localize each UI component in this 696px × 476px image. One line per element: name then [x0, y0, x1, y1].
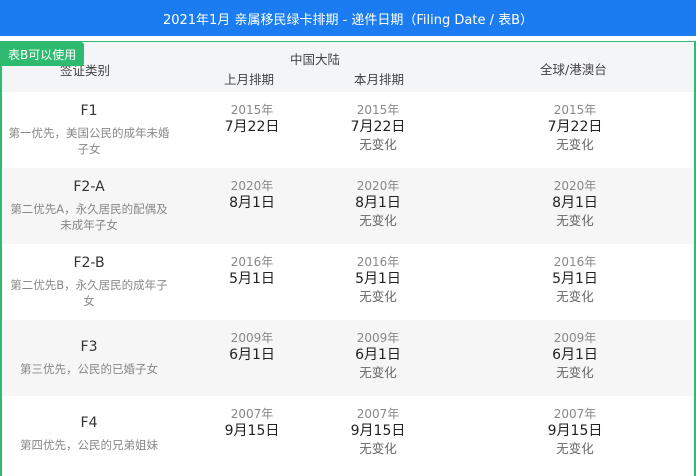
- category-desc: 第一优先，美国公民的成年未婚子女: [8, 126, 170, 156]
- category-code: F2-A: [73, 179, 105, 195]
- table-b-badge: 表B可以使用: [0, 42, 85, 66]
- category-code: F4: [80, 415, 98, 431]
- category-desc: 第二优先B，永久居民的成年子女: [10, 278, 168, 308]
- global-change: 无变化: [556, 137, 594, 152]
- global-year: 2007年: [553, 407, 597, 421]
- this-year: 2015年: [356, 103, 400, 117]
- last-date: 5月1日: [229, 271, 275, 287]
- table-row: F2-B 第二优先B，永久居民的成年子女 2016年 5月1日 2016年 5月…: [2, 244, 694, 320]
- table-row: F3 第三优先，公民的已婚子女 2009年 6月1日 2009年 6月1日 无变…: [2, 320, 694, 396]
- table-row: F1 第一优先，美国公民的成年未婚子女 2015年 7月22日 2015年 7月…: [2, 92, 694, 168]
- global-year: 2015年: [553, 103, 597, 117]
- this-year: 2009年: [356, 331, 400, 345]
- page-title-bar: 2021年1月 亲属移民绿卡排期 - 递件日期（Filing Date / 表B…: [0, 0, 696, 36]
- category-cell: F4 第四优先，公民的兄弟姐妹: [2, 396, 176, 472]
- this-month-cell: 2015年 7月22日 无变化: [318, 102, 438, 154]
- this-year: 2016年: [356, 255, 400, 269]
- global-year: 2009年: [553, 331, 597, 345]
- last-month-cell: 2009年 6月1日: [192, 330, 312, 364]
- this-change: 无变化: [359, 213, 397, 228]
- last-year: 2015年: [230, 103, 274, 117]
- global-date: 7月22日: [547, 119, 603, 135]
- this-change: 无变化: [359, 289, 397, 304]
- badge-label: 表B可以使用: [8, 47, 77, 62]
- page-title: 2021年1月 亲属移民绿卡排期 - 递件日期（Filing Date / 表B…: [162, 12, 534, 28]
- category-desc: 第二优先A，永久居民的配偶及未成年子女: [10, 202, 168, 232]
- this-month-cell: 2009年 6月1日 无变化: [318, 330, 438, 382]
- category-cell: F1 第一优先，美国公民的成年未婚子女: [2, 92, 176, 168]
- last-date: 7月22日: [224, 119, 280, 135]
- global-cell: 2015年 7月22日 无变化: [515, 102, 635, 154]
- global-change: 无变化: [556, 289, 594, 304]
- this-change: 无变化: [359, 365, 397, 380]
- global-change: 无变化: [556, 441, 594, 456]
- header-this-month: 本月排期: [354, 72, 405, 87]
- this-month-cell: 2016年 5月1日 无变化: [318, 254, 438, 306]
- category-desc: 第三优先，公民的已婚子女: [20, 362, 158, 376]
- last-month-cell: 2016年 5月1日: [192, 254, 312, 288]
- this-date: 6月1日: [355, 347, 401, 363]
- this-month-cell: 2020年 8月1日 无变化: [318, 178, 438, 230]
- last-year: 2020年: [230, 179, 274, 193]
- this-month-cell: 2007年 9月15日 无变化: [318, 406, 438, 458]
- last-month-cell: 2007年 9月15日: [192, 406, 312, 440]
- global-change: 无变化: [556, 213, 594, 228]
- global-cell: 2009年 6月1日 无变化: [515, 330, 635, 382]
- last-date: 9月15日: [224, 423, 280, 439]
- category-code: F1: [80, 103, 98, 119]
- category-cell: F2-A 第二优先A，永久居民的配偶及未成年子女: [2, 168, 176, 244]
- category-code: F2-B: [73, 255, 105, 271]
- category-cell: F3 第三优先，公民的已婚子女: [2, 320, 176, 396]
- header-last-month: 上月排期: [224, 72, 275, 87]
- this-date: 8月1日: [355, 195, 401, 211]
- last-year: 2009年: [230, 331, 274, 345]
- category-cell: F2-B 第二优先B，永久居民的成年子女: [2, 244, 176, 320]
- this-year: 2007年: [356, 407, 400, 421]
- category-code: F3: [80, 339, 98, 355]
- global-date: 5月1日: [552, 271, 598, 287]
- last-date: 8月1日: [229, 195, 275, 211]
- global-date: 8月1日: [552, 195, 598, 211]
- global-year: 2020年: [553, 179, 597, 193]
- table-row: F4 第四优先，公民的兄弟姐妹 2007年 9月15日 2007年 9月15日 …: [2, 396, 694, 472]
- this-year: 2020年: [356, 179, 400, 193]
- global-date: 9月15日: [547, 423, 603, 439]
- table-row: F2-A 第二优先A，永久居民的配偶及未成年子女 2020年 8月1日 2020…: [2, 168, 694, 244]
- this-change: 无变化: [359, 137, 397, 152]
- global-cell: 2007年 9月15日 无变化: [515, 406, 635, 458]
- last-year: 2016年: [230, 255, 274, 269]
- header-mainland: 中国大陆: [290, 52, 341, 67]
- category-desc: 第四优先，公民的兄弟姐妹: [20, 438, 158, 452]
- table-header: 签证类别 中国大陆 上月排期 本月排期 全球/港澳台: [2, 42, 694, 92]
- last-date: 6月1日: [229, 347, 275, 363]
- global-date: 6月1日: [552, 347, 598, 363]
- global-change: 无变化: [556, 365, 594, 380]
- last-month-cell: 2015年 7月22日: [192, 102, 312, 136]
- last-month-cell: 2020年 8月1日: [192, 178, 312, 212]
- this-change: 无变化: [359, 441, 397, 456]
- header-global: 全球/港澳台: [540, 62, 607, 77]
- this-date: 5月1日: [355, 271, 401, 287]
- last-year: 2007年: [230, 407, 274, 421]
- this-date: 9月15日: [350, 423, 406, 439]
- global-year: 2016年: [553, 255, 597, 269]
- this-date: 7月22日: [350, 119, 406, 135]
- global-cell: 2020年 8月1日 无变化: [515, 178, 635, 230]
- global-cell: 2016年 5月1日 无变化: [515, 254, 635, 306]
